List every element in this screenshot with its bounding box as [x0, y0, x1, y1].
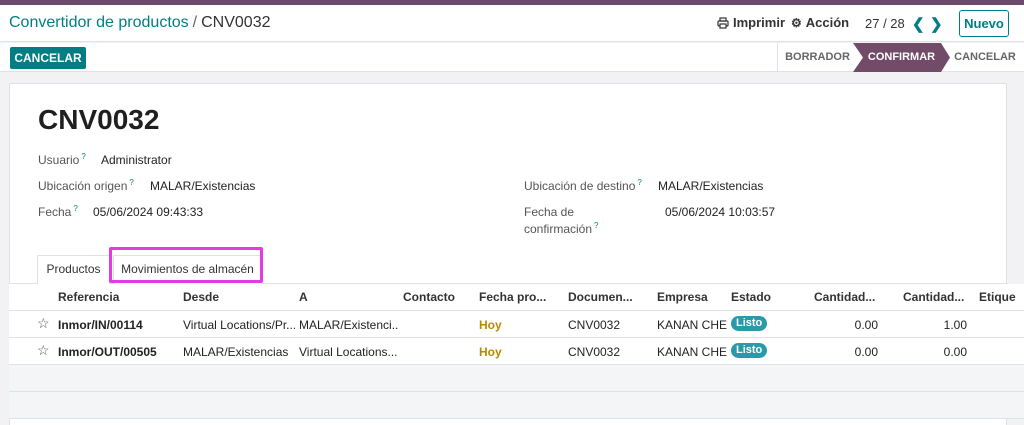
tab-productos[interactable]: Productos: [37, 255, 110, 284]
col-desde[interactable]: Desde: [183, 290, 219, 304]
chevron-left-icon[interactable]: ❮: [912, 15, 925, 33]
stage-confirmar[interactable]: CONFIRMAR: [853, 43, 950, 72]
gear-icon: ⚙: [791, 15, 802, 30]
col-etiquetas[interactable]: Etique: [979, 290, 1016, 304]
dest-value[interactable]: MALAR/Existencias: [658, 179, 763, 193]
new-button[interactable]: Nuevo: [959, 10, 1009, 37]
col-cantidad-2[interactable]: Cantidad...: [903, 290, 964, 304]
origin-value[interactable]: MALAR/Existencias: [150, 179, 255, 193]
cell-cantidad-2: 1.00: [943, 318, 967, 332]
cell-cantidad-2: 0.00: [943, 345, 967, 359]
print-label: Imprimir: [733, 15, 786, 30]
stage-borrador[interactable]: BORRADOR: [778, 43, 857, 72]
cell-a: Virtual Locations...: [299, 345, 398, 359]
question-mark-icon: ?: [594, 221, 599, 230]
cell-referencia: Inmor/IN/00114: [58, 318, 143, 332]
col-referencia[interactable]: Referencia: [58, 290, 119, 304]
cell-cantidad-1: 0.00: [854, 345, 878, 359]
cell-referencia: Inmor/OUT/00505: [58, 345, 157, 359]
cell-desde: Virtual Locations/Pr...: [183, 318, 295, 332]
dest-label: Ubicación de destino?: [524, 178, 642, 193]
stage-cancelar[interactable]: CANCELAR: [950, 43, 1020, 72]
col-cantidad-1[interactable]: Cantidad...: [814, 290, 875, 304]
empty-row: [9, 365, 1024, 392]
cell-cantidad-1: 0.00: [854, 318, 878, 332]
user-label: Usuario?: [38, 152, 86, 167]
cancel-button[interactable]: CANCELAR: [10, 47, 86, 69]
table-row[interactable]: ☆ Inmor/OUT/00505 MALAR/Existencias Virt…: [9, 338, 1024, 365]
cell-documento: CNV0032: [568, 345, 621, 359]
record-title: CNV0032: [38, 104, 160, 135]
pager-value[interactable]: 27 / 28: [865, 16, 905, 31]
action-label: Acción: [805, 15, 850, 30]
col-fecha[interactable]: Fecha pro...: [479, 290, 546, 304]
action-button[interactable]: ⚙ Acción: [791, 15, 849, 30]
chevron-right-icon[interactable]: ❯: [930, 15, 943, 33]
breadcrumb: Convertidor de productos / CNV0032: [9, 14, 270, 32]
cell-desde: MALAR/Existencias: [183, 345, 289, 359]
col-estado[interactable]: Estado: [731, 290, 771, 304]
cell-a: MALAR/Existenci...: [299, 318, 399, 332]
control-panel: Convertidor de productos / CNV0032 Imprimi…: [0, 5, 1024, 42]
question-mark-icon: ?: [73, 204, 78, 213]
cell-documento: CNV0032: [568, 318, 621, 332]
confirm-date-value[interactable]: 05/06/2024 10:03:57: [665, 205, 775, 219]
question-mark-icon: ?: [637, 178, 642, 187]
col-empresa[interactable]: Empresa: [657, 290, 708, 304]
star-icon[interactable]: ☆: [37, 342, 50, 359]
date-label: Fecha?: [38, 204, 78, 219]
breadcrumb-current: CNV0032: [201, 14, 271, 31]
col-documento[interactable]: Documen...: [568, 290, 633, 304]
confirm-date-label-line2: confirmación?: [524, 221, 599, 236]
table-row[interactable]: ☆ Inmor/IN/00114 Virtual Locations/Pr...…: [9, 311, 1024, 338]
breadcrumb-parent-link[interactable]: Convertidor de productos: [9, 14, 189, 31]
col-contacto[interactable]: Contacto: [403, 290, 455, 304]
cell-empresa: KANAN CHE: [657, 318, 728, 332]
question-mark-icon: ?: [81, 152, 86, 161]
date-value[interactable]: 05/06/2024 09:43:33: [93, 205, 203, 219]
cell-fecha: Hoy: [479, 345, 502, 359]
user-value[interactable]: Administrator: [101, 153, 172, 167]
print-button[interactable]: Imprimir: [717, 15, 785, 30]
status-badge: Listo: [731, 316, 768, 331]
breadcrumb-separator: /: [192, 14, 198, 31]
status-badge: Listo: [731, 343, 768, 358]
table-header: Referencia Desde A Contacto Fecha pro...…: [9, 284, 1024, 311]
empty-row: [9, 392, 1024, 419]
printer-icon: [717, 16, 729, 29]
status-stages: BORRADOR CONFIRMAR CANCELAR: [777, 43, 1016, 72]
confirm-date-label-line1: Fecha de: [524, 205, 575, 219]
highlight-annotation: [109, 247, 263, 283]
star-icon[interactable]: ☆: [37, 315, 50, 332]
col-a[interactable]: A: [299, 290, 308, 304]
cell-empresa: KANAN CHE: [657, 345, 728, 359]
cell-fecha: Hoy: [479, 318, 502, 332]
question-mark-icon: ?: [129, 178, 134, 187]
origin-label: Ubicación origen?: [38, 178, 134, 193]
statusbar: CANCELAR BORRADOR CONFIRMAR CANCELAR: [0, 43, 1024, 72]
